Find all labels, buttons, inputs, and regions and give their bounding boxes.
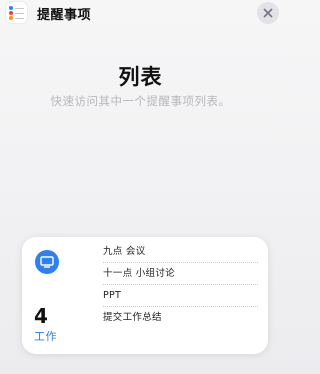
reminder-items: 九点 会议 十一点 小组讨论 PPT 提交工作总结 bbox=[103, 241, 258, 329]
close-icon bbox=[263, 8, 273, 18]
red-dot bbox=[9, 11, 13, 15]
monitor-icon bbox=[35, 250, 59, 274]
page-subtitle: 快速访问其中一个提醒事项列表。 bbox=[50, 94, 231, 108]
page-title: 列表 bbox=[118, 65, 163, 89]
reminders-list-widget[interactable]: 4 工作 九点 会议 十一点 小组讨论 PPT 提交工作总结 bbox=[22, 237, 268, 354]
reminders-app-icon bbox=[6, 2, 27, 23]
reminder-item[interactable]: 提交工作总结 bbox=[103, 307, 258, 329]
reminder-item[interactable]: 九点 会议 bbox=[103, 241, 258, 263]
reminder-count: 4 bbox=[34, 304, 48, 328]
top-bar: 提醒事项 bbox=[0, 0, 281, 28]
close-button[interactable] bbox=[257, 2, 279, 24]
orange-dot bbox=[9, 16, 13, 20]
app-title: 提醒事项 bbox=[37, 8, 92, 23]
blue-dot bbox=[9, 6, 13, 10]
list-name: 工作 bbox=[34, 330, 57, 343]
reminder-item[interactable]: PPT bbox=[103, 285, 258, 307]
reminder-item[interactable]: 十一点 小组讨论 bbox=[103, 263, 258, 285]
